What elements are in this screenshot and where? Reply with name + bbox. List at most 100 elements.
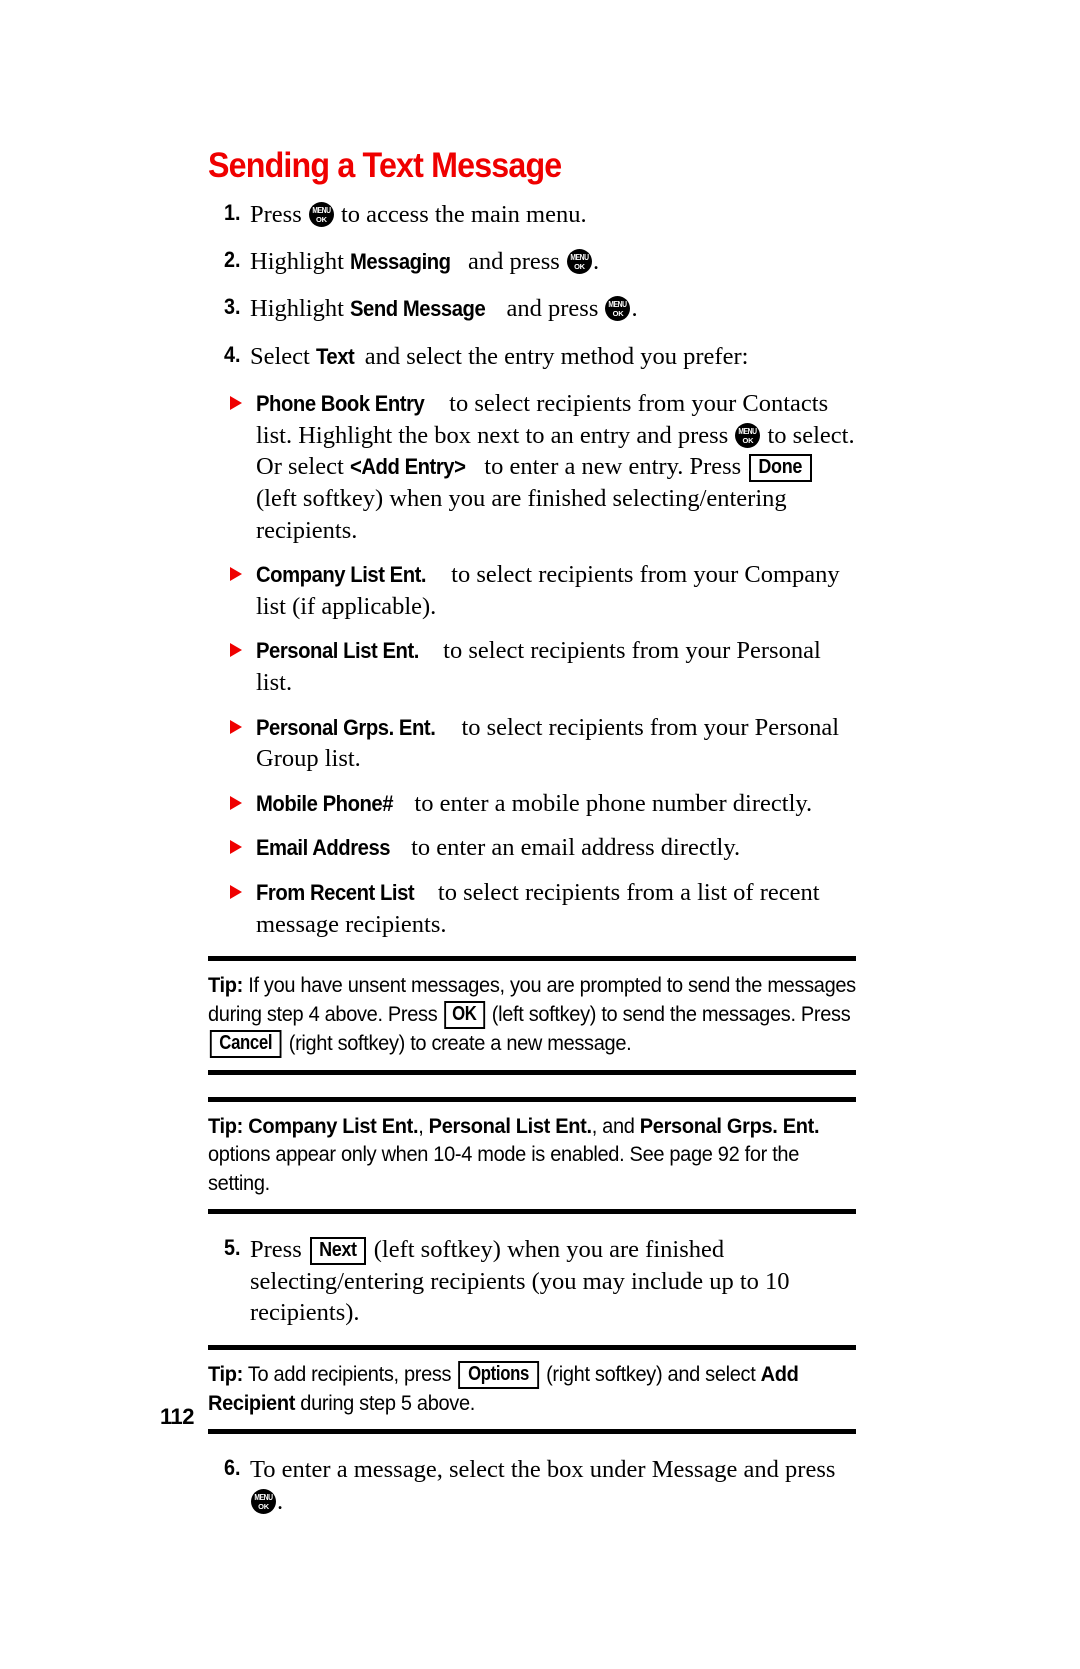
body-text: (right softkey) to create a new message. <box>283 1030 632 1055</box>
step-number: 4. <box>224 341 241 367</box>
softkey-text: OK <box>452 1002 477 1025</box>
step-text: Highlight Send Message and press MENU OK. <box>250 293 856 324</box>
tip-box-2: Tip: Company List Ent., Personal List En… <box>208 1096 856 1215</box>
menu-ok-key-icon: MENU OK <box>735 422 761 448</box>
numbered-step: 2. Highlight Messaging and press MENU OK. <box>208 246 856 277</box>
menu-key-top-label: MENU <box>570 253 589 263</box>
emphasis-term: Personal List Ent. <box>428 1113 592 1138</box>
tip-text: Tip: Company List Ent., Personal List En… <box>208 1112 856 1198</box>
menu-key-top-label: MENU <box>608 300 628 310</box>
body-text: and press <box>461 248 566 276</box>
ui-term: Company List Ent. <box>256 562 427 588</box>
ui-term: Send Message <box>350 296 486 322</box>
body-text: To add recipients, press <box>242 1361 457 1386</box>
page-number: 112 <box>160 1404 195 1429</box>
step-6-group: 6. To enter a message, select the box und… <box>208 1454 856 1517</box>
tip-box-3: Tip: To add recipients, press Options (r… <box>208 1344 856 1435</box>
body-text: Highlight <box>250 295 351 323</box>
softkey-label-cancel[interactable]: Cancel <box>209 1029 282 1058</box>
step-number: 5. <box>224 1235 241 1261</box>
numbered-step: 4. Select Text and select the entry metho… <box>208 341 856 372</box>
entry-method-item: Company List Ent. to select recipients f… <box>208 559 856 622</box>
ui-term: Mobile Phone# <box>256 790 394 816</box>
tip-text: Tip: If you have unsent messages, you ar… <box>208 971 856 1058</box>
softkey-text: Cancel <box>219 1031 273 1054</box>
bullet-text: Email Address to enter an email address … <box>256 834 740 861</box>
bullet-text: Personal List Ent. to select recipients … <box>256 637 821 696</box>
bullet-text: Phone Book Entry to select recipients fr… <box>256 390 855 543</box>
menu-key-bottom-label: OK <box>258 1501 269 1511</box>
triangle-bullet-icon <box>230 396 242 411</box>
ui-term: Messaging <box>350 249 451 275</box>
bullet-text: Personal Grps. Ent. to select recipients… <box>256 714 839 773</box>
tip-text: Tip: To add recipients, press Options (r… <box>208 1360 856 1418</box>
body-text: . <box>277 1487 284 1515</box>
body-text: (right softkey) and select <box>540 1361 761 1386</box>
menu-key-bottom-label: OK <box>316 214 327 224</box>
tip-label: Tip: <box>208 973 243 998</box>
menu-key-bottom-label: OK <box>612 309 624 319</box>
steps-1-4-group: 1. Press MENU OK to access the main menu. 2… <box>208 199 856 372</box>
emphasis-term: Personal Grps. Ent. <box>639 1113 820 1138</box>
tip-label: Tip: <box>208 1361 243 1386</box>
menu-key-bottom-label: OK <box>574 262 585 272</box>
body-text: Highlight <box>250 248 351 276</box>
menu-ok-key-icon: MENU OK <box>308 201 334 227</box>
body-text: Press <box>250 1236 308 1264</box>
emphasis-term: Company List Ent. <box>248 1113 419 1138</box>
step-number: 6. <box>224 1455 241 1481</box>
body-text: , and <box>591 1113 640 1138</box>
menu-ok-key-icon: MENU OK <box>566 249 592 275</box>
body-text: (left softkey) to send the messages. Pre… <box>486 1001 851 1026</box>
bullet-text: Mobile Phone# to enter a mobile phone nu… <box>256 790 812 817</box>
ui-term: Phone Book Entry <box>256 391 425 417</box>
step-text: Highlight Messaging and press MENU OK. <box>250 246 856 277</box>
menu-ok-key-icon: MENU OK <box>251 1488 276 1514</box>
softkey-label-next[interactable]: Next <box>309 1237 366 1266</box>
softkey-label-ok[interactable]: OK <box>444 1000 485 1029</box>
manual-page: Sending a Text Message 1. Press MENU OK to… <box>0 0 1080 1669</box>
step-number: 1. <box>224 199 241 225</box>
triangle-bullet-icon <box>230 719 242 734</box>
bullet-text: Company List Ent. to select recipients f… <box>256 561 840 620</box>
menu-key-top-label: MENU <box>312 205 331 215</box>
tip-label: Tip: <box>208 1113 243 1138</box>
body-text: and select the entry method you prefer: <box>358 342 749 370</box>
menu-key-top-label: MENU <box>254 1492 273 1502</box>
ui-term: Email Address <box>256 835 391 861</box>
ui-term: From Recent List <box>256 879 415 905</box>
ui-term: Personal List Ent. <box>256 638 419 664</box>
softkey-text: Options <box>468 1362 530 1385</box>
menu-key-top-label: MENU <box>738 426 758 436</box>
numbered-step: 5. Press Next (left softkey) when you are… <box>208 1234 856 1328</box>
entry-method-item: Phone Book Entry to select recipients fr… <box>208 388 856 546</box>
body-text: during step 5 above. <box>295 1390 475 1415</box>
body-text: Press <box>250 200 308 228</box>
body-text: to enter an email address directly. <box>404 834 741 862</box>
body-text: To enter a message, select the box under… <box>250 1456 836 1484</box>
triangle-bullet-icon <box>230 884 242 899</box>
entry-method-item: Mobile Phone# to enter a mobile phone nu… <box>208 788 856 820</box>
step-text: Select Text and select the entry method … <box>250 341 856 372</box>
body-text: , <box>418 1113 429 1138</box>
ui-term: Text <box>316 343 355 369</box>
triangle-bullet-icon <box>230 643 242 658</box>
triangle-bullet-icon <box>230 840 242 855</box>
step-number: 3. <box>224 294 241 320</box>
numbered-step: 3. Highlight Send Message and press MENU O… <box>208 293 856 324</box>
entry-method-item: Personal Grps. Ent. to select recipients… <box>208 712 856 775</box>
body-text: and press <box>500 295 605 323</box>
body-text: . <box>592 248 600 276</box>
ui-term: <Add Entry> <box>349 454 466 480</box>
step-text: Press MENU OK to access the main menu. <box>250 199 856 230</box>
body-text: options appear only when 10-4 mode is en… <box>208 1142 800 1195</box>
softkey-label-done[interactable]: Done <box>749 454 812 483</box>
softkey-label-options[interactable]: Options <box>458 1360 539 1389</box>
entry-method-item: Personal List Ent. to select recipients … <box>208 635 856 698</box>
body-text: to enter a new entry. Press <box>478 453 748 481</box>
triangle-bullet-icon <box>230 567 242 582</box>
ui-term: Personal Grps. Ent. <box>256 714 436 740</box>
numbered-step: 1. Press MENU OK to access the main menu. <box>208 199 856 230</box>
softkey-text: Done <box>758 456 803 479</box>
step-number: 2. <box>224 247 241 273</box>
